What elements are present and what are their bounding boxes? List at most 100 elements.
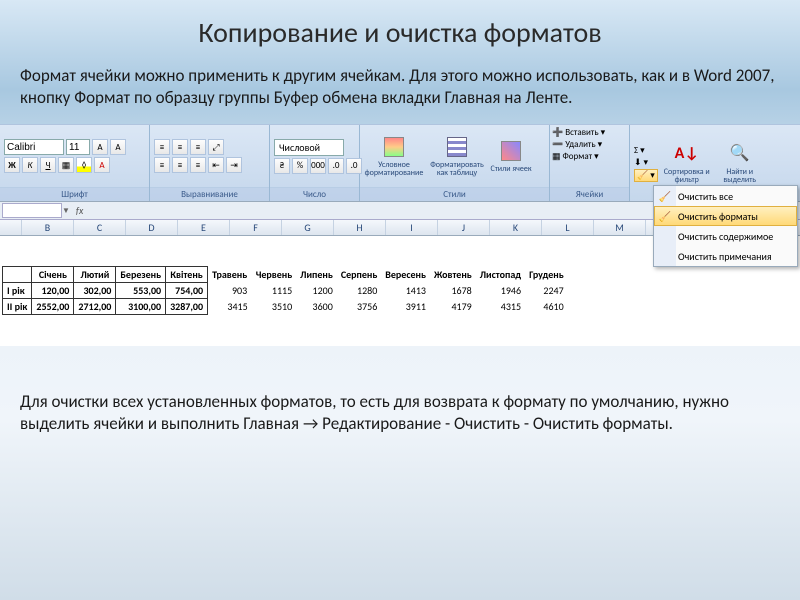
table-cell[interactable]: 1115 bbox=[252, 283, 296, 299]
table-cell[interactable]: 302,00 bbox=[74, 283, 116, 299]
clear-button[interactable]: 🧹 ▾ bbox=[634, 169, 658, 182]
table-cell[interactable]: 1413 bbox=[381, 283, 430, 299]
table-cell[interactable]: 3415 bbox=[208, 299, 252, 315]
table-cell[interactable]: 3100,00 bbox=[116, 299, 166, 315]
dropdown-icon[interactable]: ▼ bbox=[62, 206, 70, 216]
intro-paragraph: Формат ячейки можно применить к другим я… bbox=[0, 60, 800, 114]
column-header[interactable]: H bbox=[334, 220, 386, 235]
table-cell[interactable]: 120,00 bbox=[32, 283, 74, 299]
table-cell[interactable]: 553,00 bbox=[116, 283, 166, 299]
table-cell[interactable]: 4315 bbox=[476, 299, 525, 315]
month-header: Січень bbox=[32, 267, 74, 283]
column-header[interactable]: C bbox=[74, 220, 126, 235]
align-left-icon[interactable]: ≡ bbox=[154, 157, 170, 173]
table-cell[interactable]: 1200 bbox=[296, 283, 337, 299]
column-header[interactable]: K bbox=[490, 220, 542, 235]
underline-button[interactable]: Ч bbox=[40, 157, 56, 173]
table-cell[interactable]: 2712,00 bbox=[74, 299, 116, 315]
table-cell[interactable]: 1280 bbox=[337, 283, 381, 299]
column-header[interactable]: B bbox=[22, 220, 74, 235]
inc-decimal-icon[interactable]: .0 bbox=[328, 158, 344, 174]
month-header: Листопад bbox=[476, 267, 525, 283]
group-label-cells: Ячейки bbox=[550, 187, 629, 201]
delete-button[interactable]: ➖Удалить ▾ bbox=[552, 139, 627, 150]
clear-formats-item[interactable]: 🧹Очистить форматы bbox=[654, 206, 797, 226]
conditional-format-icon bbox=[384, 137, 404, 157]
insert-button[interactable]: ➕Вставить ▾ bbox=[552, 127, 627, 138]
italic-button[interactable]: К bbox=[22, 157, 38, 173]
group-label-styles: Стили bbox=[360, 187, 549, 201]
font-color-icon[interactable]: A bbox=[94, 157, 110, 173]
grow-font-icon[interactable]: A bbox=[92, 139, 108, 155]
table-cell[interactable]: 754,00 bbox=[166, 283, 208, 299]
fill-color-icon[interactable]: ◊ bbox=[76, 157, 92, 173]
column-header[interactable]: J bbox=[438, 220, 490, 235]
align-center-icon[interactable]: ≡ bbox=[172, 157, 188, 173]
name-box[interactable] bbox=[2, 203, 62, 218]
table-cell[interactable]: 3510 bbox=[252, 299, 296, 315]
column-header[interactable]: F bbox=[230, 220, 282, 235]
month-header: Грудень bbox=[525, 267, 568, 283]
sort-filter-button[interactable]: A↓ Сортировка и фильтр bbox=[661, 135, 713, 191]
percent-icon[interactable]: % bbox=[292, 158, 308, 174]
table-cell[interactable]: 3756 bbox=[337, 299, 381, 315]
eraser-icon: 🧹 bbox=[658, 189, 672, 203]
table-cell[interactable]: 1678 bbox=[430, 283, 476, 299]
clear-contents-item[interactable]: Очистить содержимое bbox=[654, 226, 797, 246]
comma-icon[interactable]: 000 bbox=[310, 158, 326, 174]
format-icon: ▦ bbox=[552, 151, 561, 162]
group-number: Числовой ₴ % 000 .0 .0 Число bbox=[270, 125, 360, 201]
align-right-icon[interactable]: ≡ bbox=[190, 157, 206, 173]
clear-comments-item[interactable]: Очистить примечания bbox=[654, 246, 797, 266]
format-button[interactable]: ▦Формат ▾ bbox=[552, 151, 627, 162]
group-alignment: ≡ ≡ ≡ ⤢ ≡ ≡ ≡ ⇤ ⇥ Выравнивание bbox=[150, 125, 270, 201]
column-header[interactable]: E bbox=[178, 220, 230, 235]
styles-icon bbox=[501, 141, 521, 161]
table-cell[interactable]: 4179 bbox=[430, 299, 476, 315]
column-header[interactable]: G bbox=[282, 220, 334, 235]
find-select-button[interactable]: 🔍 Найти и выделить bbox=[716, 135, 764, 191]
number-format-select[interactable]: Числовой bbox=[274, 139, 344, 156]
delete-icon: ➖ bbox=[552, 139, 563, 150]
month-header: Вересень bbox=[381, 267, 430, 283]
indent-inc-icon[interactable]: ⇥ bbox=[226, 157, 242, 173]
font-size-select[interactable] bbox=[66, 139, 90, 155]
eraser-icon: 🧹 bbox=[658, 209, 672, 223]
clear-all-item[interactable]: 🧹Очистить все bbox=[654, 186, 797, 206]
fill-button[interactable]: ⬇ ▾ bbox=[634, 157, 658, 168]
column-header[interactable]: M bbox=[594, 220, 646, 235]
fx-icon[interactable]: fx bbox=[76, 204, 83, 217]
currency-icon[interactable]: ₴ bbox=[274, 158, 290, 174]
column-header[interactable] bbox=[0, 220, 22, 235]
table-cell[interactable]: 1946 bbox=[476, 283, 525, 299]
table-cell[interactable]: 2552,00 bbox=[32, 299, 74, 315]
font-name-select[interactable] bbox=[4, 139, 64, 155]
data-table: СіченьЛютийБерезеньКвітеньТравеньЧервень… bbox=[2, 266, 568, 315]
shrink-font-icon[interactable]: A bbox=[110, 139, 126, 155]
autosum-button[interactable]: Σ ▾ bbox=[634, 145, 658, 156]
month-header: Серпень bbox=[337, 267, 381, 283]
orientation-icon[interactable]: ⤢ bbox=[208, 139, 224, 155]
sort-icon: A↓ bbox=[675, 142, 699, 166]
indent-dec-icon[interactable]: ⇤ bbox=[208, 157, 224, 173]
format-as-table-button[interactable]: Форматировать как таблицу bbox=[427, 128, 487, 184]
group-cells: ➕Вставить ▾ ➖Удалить ▾ ▦Формат ▾ Ячейки bbox=[550, 125, 630, 201]
table-cell[interactable]: 3287,00 bbox=[166, 299, 208, 315]
table-cell[interactable]: 4610 bbox=[525, 299, 568, 315]
column-header[interactable]: L bbox=[542, 220, 594, 235]
column-header[interactable]: I bbox=[386, 220, 438, 235]
month-header: Лютий bbox=[74, 267, 116, 283]
align-bottom-icon[interactable]: ≡ bbox=[190, 139, 206, 155]
conditional-format-button[interactable]: Условное форматирование bbox=[364, 128, 424, 184]
column-header[interactable]: D bbox=[126, 220, 178, 235]
cell-styles-button[interactable]: Стили ячеек bbox=[490, 128, 532, 184]
border-icon[interactable]: ▦ bbox=[58, 157, 74, 173]
table-cell[interactable]: 903 bbox=[208, 283, 252, 299]
month-header: Березень bbox=[116, 267, 166, 283]
bold-button[interactable]: Ж bbox=[4, 157, 20, 173]
align-top-icon[interactable]: ≡ bbox=[154, 139, 170, 155]
table-cell[interactable]: 3911 bbox=[381, 299, 430, 315]
table-cell[interactable]: 2247 bbox=[525, 283, 568, 299]
align-middle-icon[interactable]: ≡ bbox=[172, 139, 188, 155]
table-cell[interactable]: 3600 bbox=[296, 299, 337, 315]
